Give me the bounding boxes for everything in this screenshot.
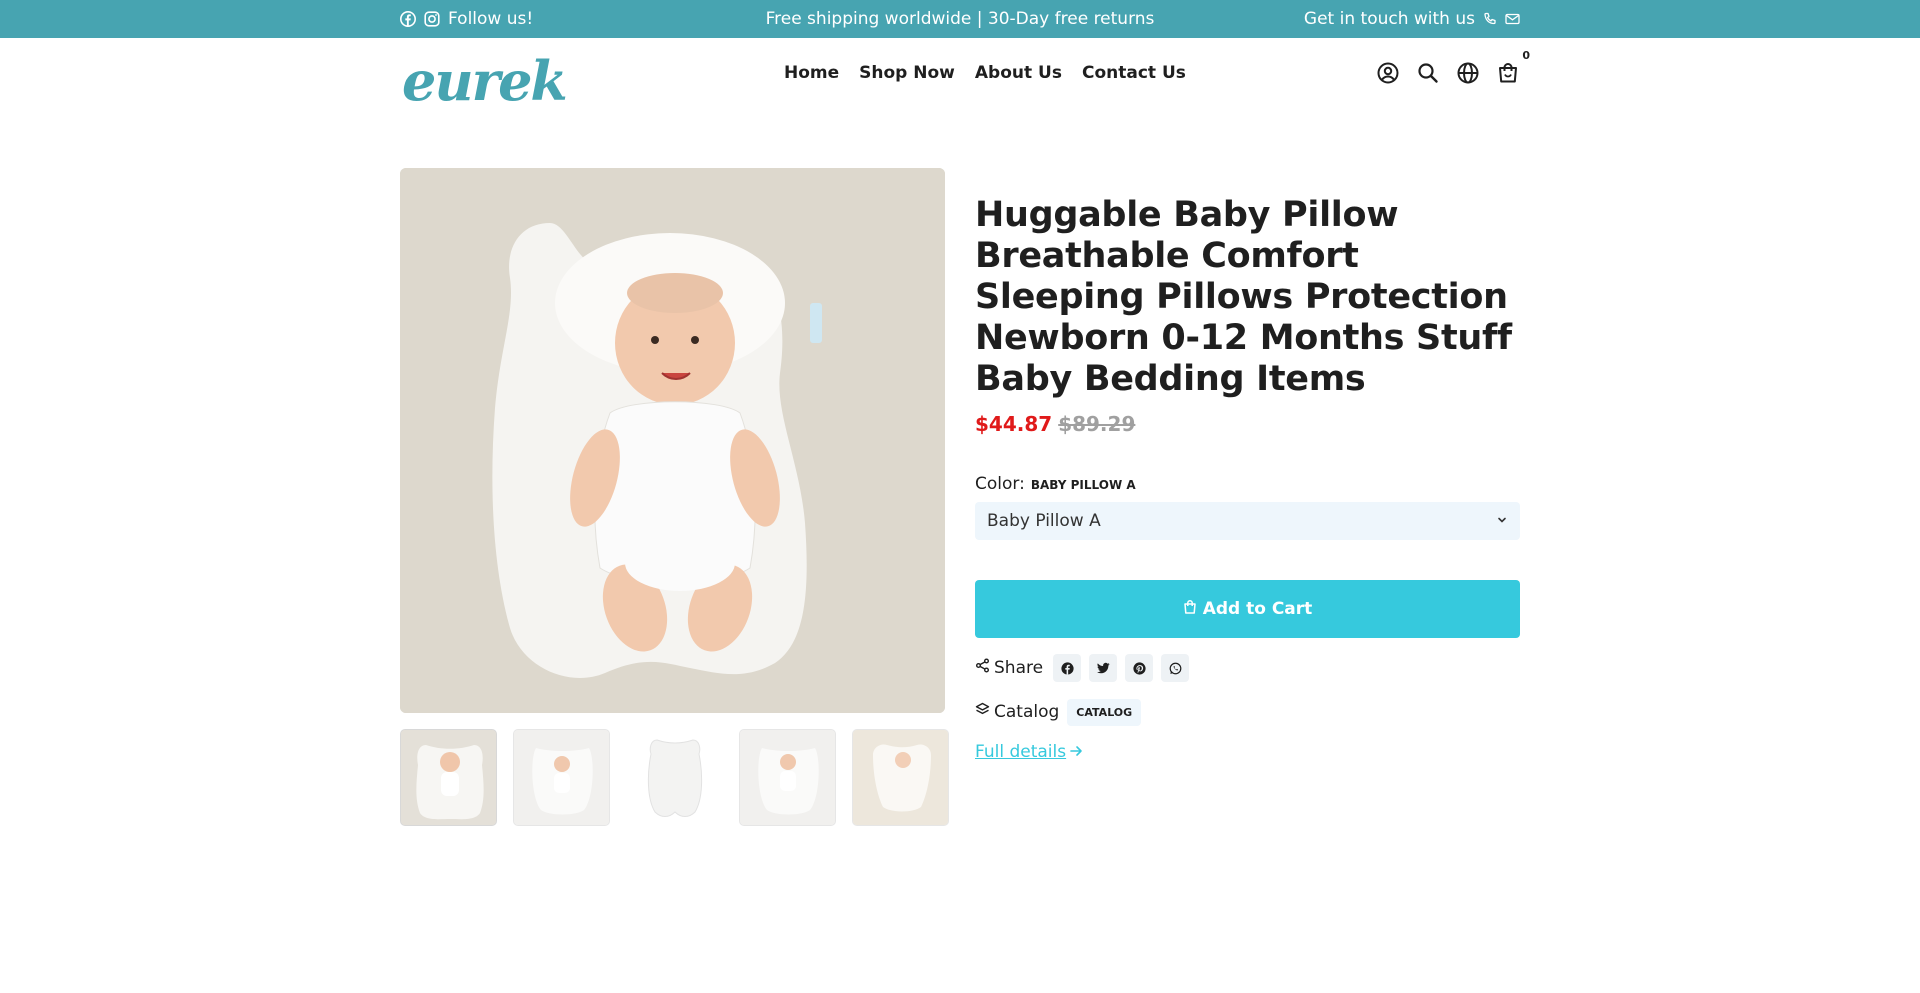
promo-message: Free shipping worldwide | 30-Day free re… — [765, 9, 1155, 29]
product-main-image[interactable] — [400, 168, 945, 713]
layers-icon — [975, 702, 990, 722]
thumbnail-2[interactable] — [513, 729, 610, 826]
color-select[interactable]: Baby Pillow A — [975, 502, 1520, 540]
nav-contact-us[interactable]: Contact Us — [1082, 63, 1186, 83]
nav-home[interactable]: Home — [784, 63, 839, 83]
follow-label: Follow us! — [448, 9, 534, 29]
sale-price: $44.87 — [975, 412, 1053, 436]
eureka-logo[interactable]: eureka! — [400, 42, 623, 113]
instagram-icon[interactable] — [424, 11, 440, 27]
share-whatsapp-icon[interactable] — [1161, 654, 1190, 682]
add-to-cart-button[interactable]: Add to Cart — [975, 580, 1520, 638]
nav-shop-now[interactable]: Shop Now — [859, 63, 955, 83]
catalog-label-wrap: Catalog — [975, 702, 1059, 722]
facebook-icon[interactable] — [400, 11, 416, 27]
compare-price: $89.29 — [1058, 412, 1136, 436]
arrow-right-icon — [1070, 742, 1083, 762]
mail-icon[interactable] — [1505, 12, 1520, 26]
share-pinterest-icon[interactable] — [1125, 654, 1154, 682]
announcement-bar: Follow us! Free shipping worldwide | 30-… — [0, 0, 1920, 38]
share-label: Share — [994, 658, 1044, 678]
product-info: Huggable Baby Pillow Breathable Comfort … — [975, 195, 1520, 436]
header-actions: 0 — [1376, 38, 1530, 108]
thumbnail-1[interactable] — [400, 729, 497, 826]
bag-icon — [1183, 599, 1197, 619]
full-details-link[interactable]: Full details — [975, 742, 1083, 762]
add-to-cart-label: Add to Cart — [1202, 599, 1313, 619]
color-selected-value: Baby Pillow A — [1030, 478, 1136, 492]
social-follow: Follow us! — [400, 9, 533, 29]
share-row: Share — [975, 654, 1190, 682]
thumbnail-5[interactable] — [852, 729, 949, 826]
catalog-row: Catalog Catalog — [975, 698, 1142, 726]
thumbnail-4[interactable] — [739, 729, 836, 826]
share-icon — [975, 658, 990, 678]
phone-icon[interactable] — [1483, 12, 1497, 26]
cart-count-badge: 0 — [1522, 49, 1530, 62]
full-details-label: Full details — [975, 742, 1067, 762]
share-twitter-icon[interactable] — [1089, 654, 1118, 682]
svg-text:eureka!: eureka! — [402, 49, 566, 106]
contact-area: Get in touch with us — [1304, 9, 1520, 29]
color-label-text: Color: — [975, 474, 1025, 494]
color-option-label: Color: Baby Pillow A — [975, 474, 1136, 494]
thumbnail-strip — [400, 729, 949, 826]
catalog-label: Catalog — [994, 702, 1060, 722]
globe-icon[interactable] — [1456, 61, 1480, 85]
main-nav: Home Shop Now About Us Contact Us — [784, 38, 1186, 108]
nav-about-us[interactable]: About Us — [975, 63, 1062, 83]
thumbnail-3[interactable] — [626, 729, 723, 826]
chevron-down-icon — [1496, 511, 1508, 531]
catalog-tag[interactable]: Catalog — [1067, 698, 1142, 726]
share-facebook-icon[interactable] — [1053, 654, 1082, 682]
color-select-value: Baby Pillow A — [987, 511, 1101, 531]
site-header: eureka! Home Shop Now About Us Contact U… — [400, 38, 1530, 113]
share-label-wrap: Share — [975, 658, 1043, 678]
account-icon[interactable] — [1376, 61, 1400, 85]
contact-label[interactable]: Get in touch with us — [1304, 9, 1475, 29]
price-block: $44.87 $89.29 — [975, 412, 1520, 436]
search-icon[interactable] — [1416, 61, 1440, 85]
product-title: Huggable Baby Pillow Breathable Comfort … — [975, 195, 1512, 399]
cart-icon[interactable]: 0 — [1496, 49, 1530, 85]
